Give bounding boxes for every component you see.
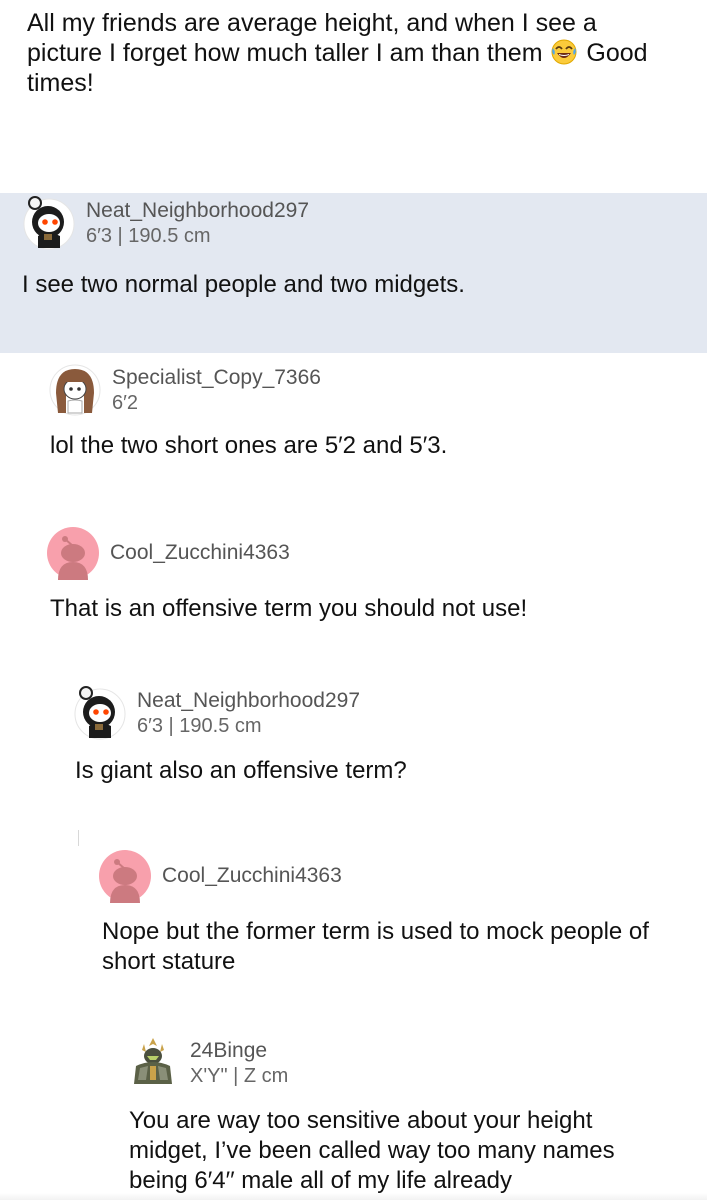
comment-text: That is an offensive term you should not… [50, 595, 528, 622]
username[interactable]: Specialist_Copy_7366 [112, 365, 321, 391]
comment-header: Neat_Neighborhood297 6′3 | 190.5 cm [22, 196, 622, 256]
post-text-part-1: All my friends are average height, and w… [27, 9, 597, 67]
comment-text: You are way too sensitive about your hei… [129, 1107, 615, 1194]
comment-text: I see two normal people and two midgets. [22, 271, 465, 298]
comment-header: Neat_Neighborhood297 6′3 | 190.5 cm [73, 686, 673, 746]
bottom-edge [0, 1193, 707, 1200]
comment-1[interactable]: Neat_Neighborhood297 6′3 | 190.5 cm I se… [22, 196, 682, 336]
user-flair: 6′2 [112, 392, 138, 414]
comment-3[interactable]: Cool_Zucchini4363 That is an offensive t… [46, 526, 686, 636]
default-snoo-pink-avatar-icon[interactable] [98, 849, 152, 903]
user-flair: X'Y" | Z cm [190, 1065, 289, 1087]
armored-knight-avatar-icon[interactable] [126, 1036, 180, 1090]
comment-header: Specialist_Copy_7366 6′2 [48, 363, 648, 423]
comment-text: Nope but the former term is used to mock… [102, 918, 649, 975]
user-flair: 6′3 | 190.5 cm [86, 225, 211, 247]
snoo-hooded-avatar-icon[interactable] [22, 196, 76, 250]
username[interactable]: Cool_Zucchini4363 [110, 540, 290, 566]
comment-text: Is giant also an offensive term? [75, 757, 407, 784]
username[interactable]: 24Binge [190, 1038, 267, 1064]
comment-6[interactable]: 24Binge X'Y" | Z cm You are way too sens… [126, 1036, 696, 1196]
username[interactable]: Cool_Zucchini4363 [162, 863, 342, 889]
default-snoo-pink-avatar-icon[interactable] [46, 526, 100, 580]
username[interactable]: Neat_Neighborhood297 [86, 198, 309, 224]
comment-text: lol the two short ones are 5′2 and 5′3. [50, 432, 448, 459]
comment-header: Cool_Zucchini4363 [98, 849, 698, 909]
user-flair: 6′3 | 190.5 cm [137, 715, 262, 737]
comment-header: 24Binge X'Y" | Z cm [126, 1036, 707, 1096]
comment-4[interactable]: Neat_Neighborhood297 6′3 | 190.5 cm Is g… [73, 686, 693, 796]
face-with-tears-of-joy-icon [551, 39, 577, 65]
post-body: All my friends are average height, and w… [27, 8, 677, 98]
username[interactable]: Neat_Neighborhood297 [137, 688, 360, 714]
comment-header: Cool_Zucchini4363 [46, 526, 646, 586]
comment-2[interactable]: Specialist_Copy_7366 6′2 lol the two sho… [48, 363, 688, 473]
thread-line [78, 830, 79, 846]
brown-hair-girl-avatar-icon[interactable] [48, 363, 102, 417]
comment-5[interactable]: Cool_Zucchini4363 Nope but the former te… [98, 849, 688, 979]
snoo-hooded-avatar-icon[interactable] [73, 686, 127, 740]
